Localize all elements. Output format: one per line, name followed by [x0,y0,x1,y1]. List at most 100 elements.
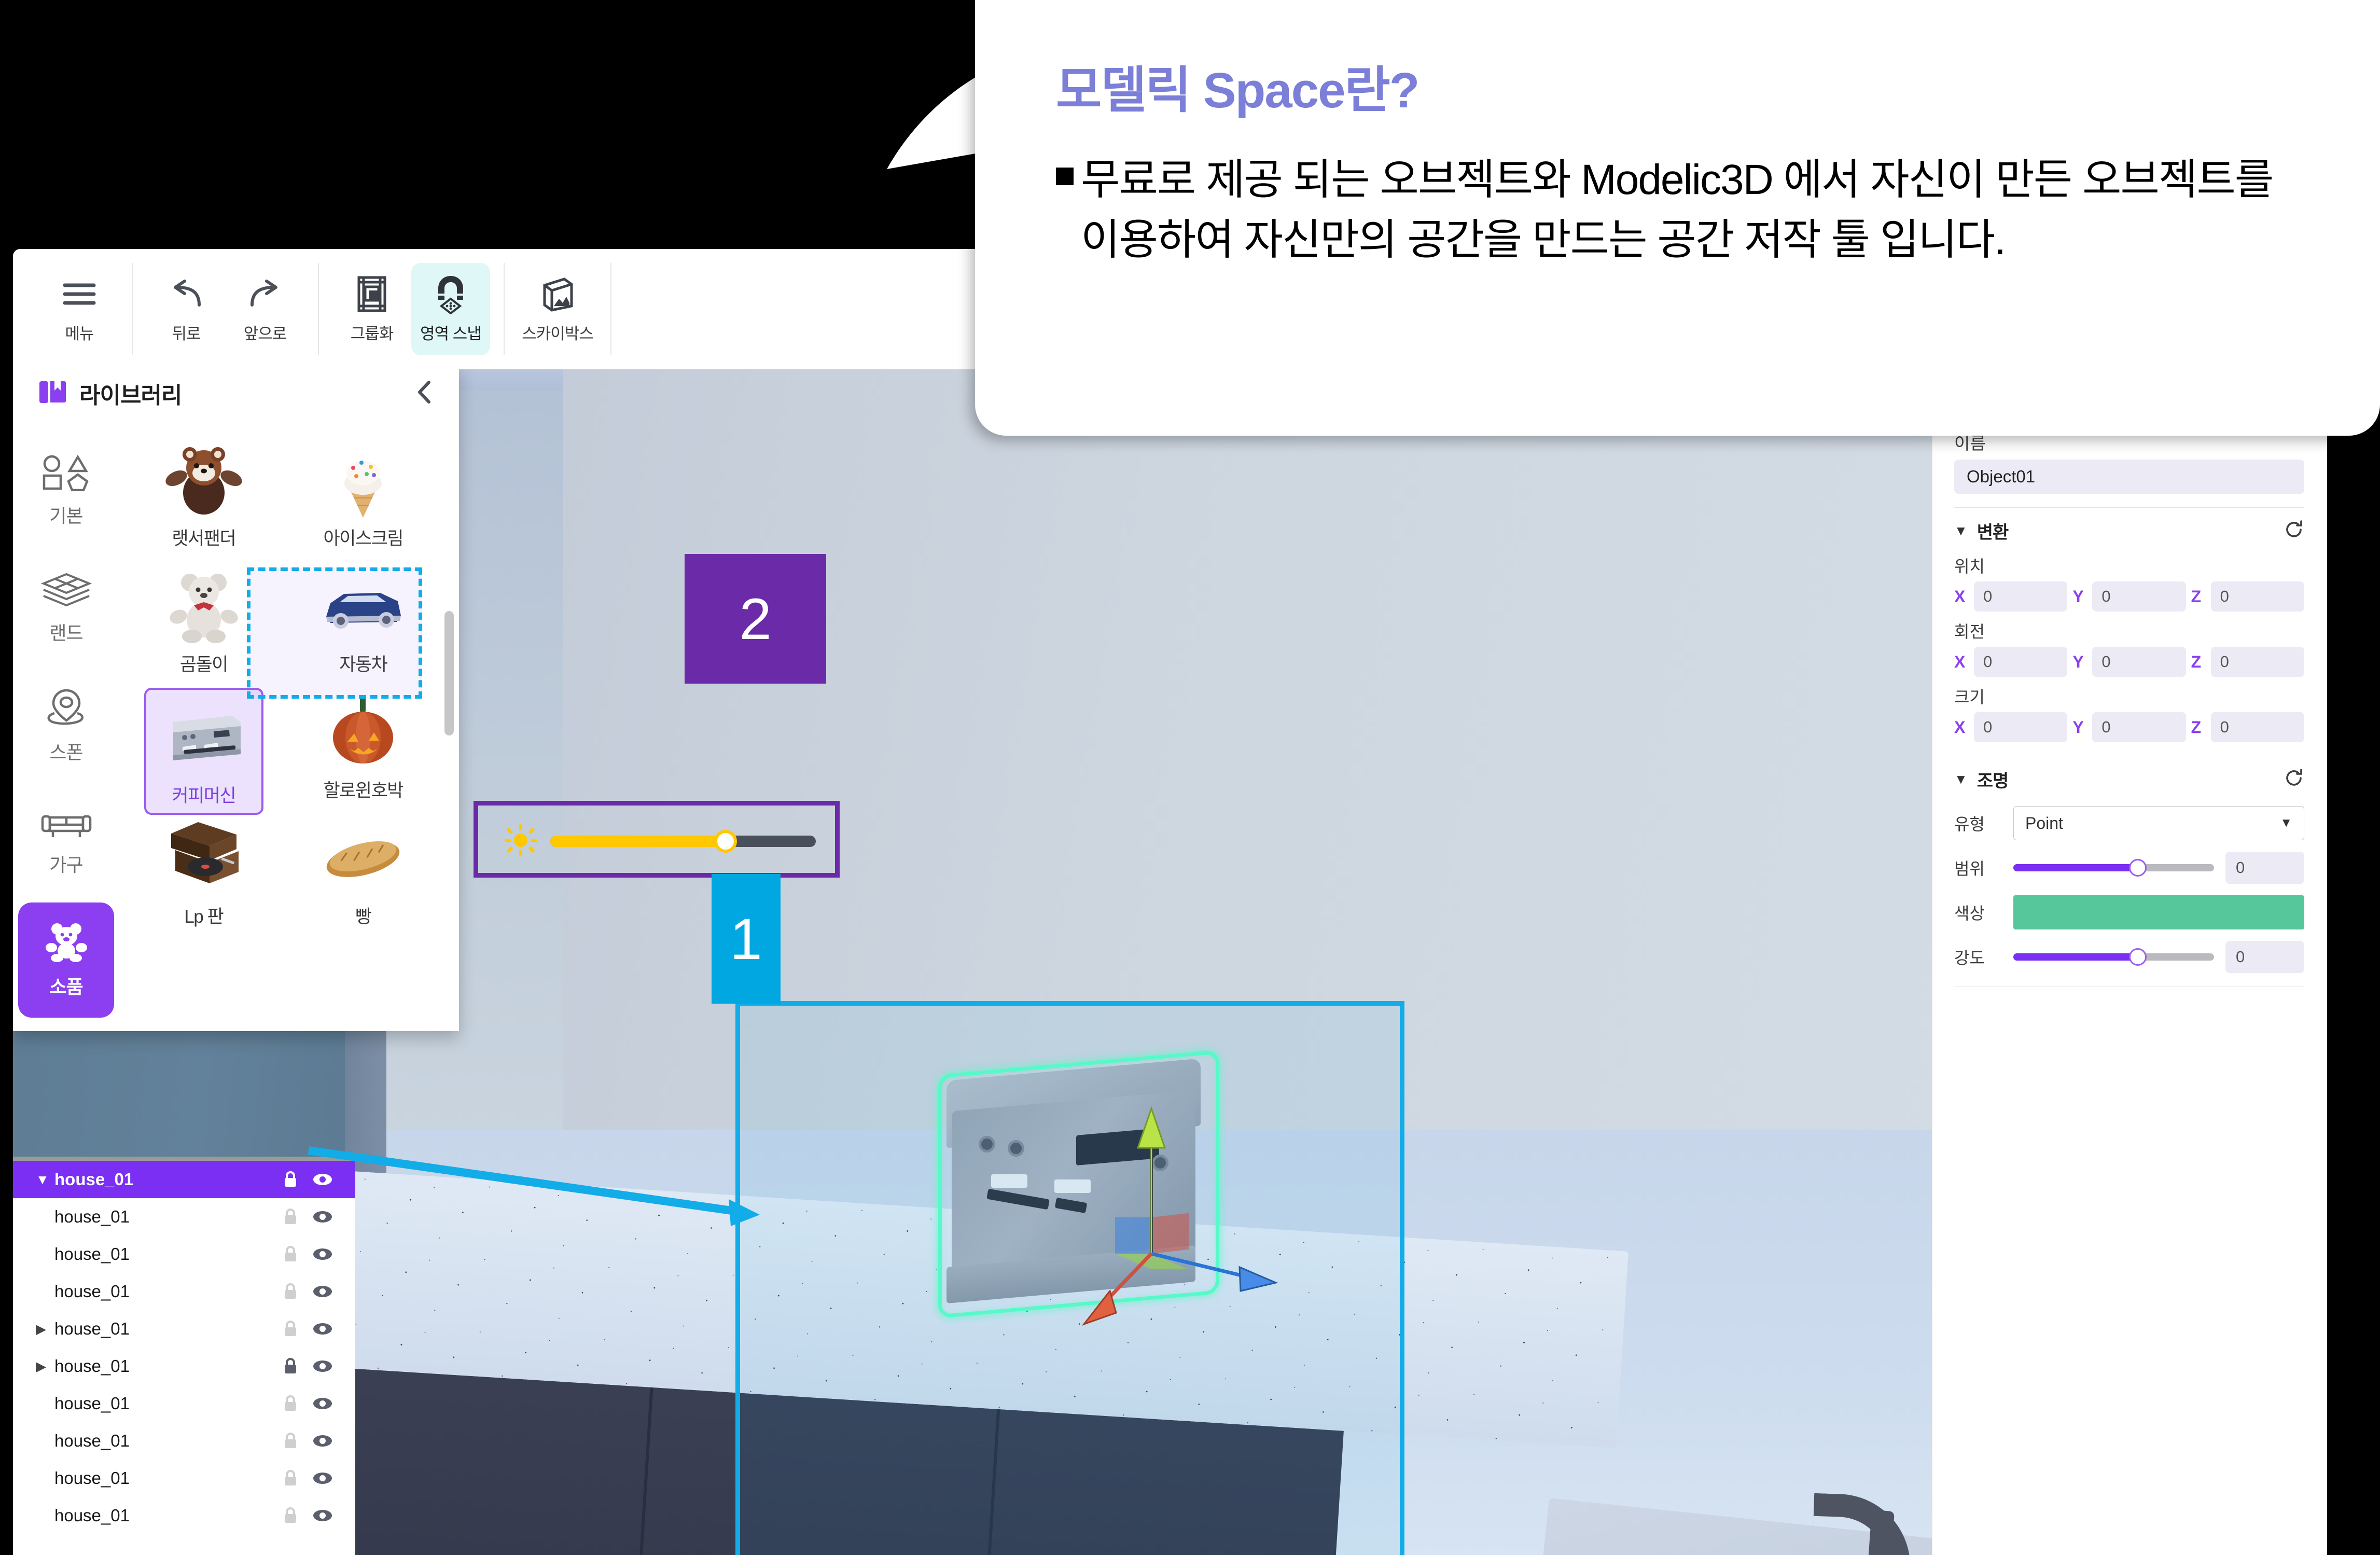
lock-icon[interactable] [274,1171,307,1188]
hierarchy-row[interactable]: ▶ house_01 [13,1348,355,1385]
red-panda-thumb [155,436,253,524]
library-item[interactable]: 빵 [291,814,436,940]
library-item[interactable]: 자동차 [291,562,436,688]
undo-button[interactable]: 뒤로 [147,263,226,355]
sun-icon [505,824,537,859]
hierarchy-row[interactable]: house_01 [13,1460,355,1497]
eye-icon[interactable] [307,1247,339,1261]
lock-icon[interactable] [274,1283,307,1300]
triangle-down-icon[interactable]: ▼ [1954,523,1968,539]
lock-icon[interactable] [274,1507,307,1524]
divider [1954,507,2304,508]
chevron-left-icon[interactable] [413,378,436,409]
location-pin-icon [43,687,90,730]
object-name-input[interactable]: Object01 [1954,460,2304,494]
light-range-input[interactable]: 0 [2225,852,2304,884]
lighting-section-title: 조명 [1977,771,2009,791]
eye-icon[interactable] [307,1397,339,1410]
hierarchy-row[interactable]: house_01 [13,1385,355,1422]
hierarchy-row-selected[interactable]: ▼ house_01 [13,1161,355,1198]
refresh-icon[interactable] [2284,768,2304,791]
hierarchy-row[interactable]: ▶ house_01 [13,1310,355,1348]
eye-icon[interactable] [307,1173,339,1186]
lock-icon[interactable] [274,1208,307,1226]
library-scrollbar[interactable] [444,611,454,735]
eye-icon[interactable] [307,1471,339,1485]
scale-x-input[interactable]: 0 [1974,712,2068,742]
position-row: X 0 Y 0 Z 0 [1954,581,2304,612]
library-item[interactable]: 할로윈호박 [291,688,436,814]
lock-icon[interactable] [274,1320,307,1338]
position-z-input[interactable]: 0 [2210,581,2304,612]
light-type-select[interactable]: Point ▼ [2013,806,2304,840]
menu-button[interactable]: 메뉴 [40,263,119,355]
library-item-coffee-machine[interactable]: 커피머신 [132,688,276,815]
skybox-icon [539,275,576,313]
library-category-props[interactable]: 소품 [18,903,114,1018]
scale-z-input[interactable]: 0 [2210,712,2304,742]
rotation-x-input[interactable]: 0 [1974,647,2068,677]
axis-z-label: Z [2191,652,2202,671]
chevron-right-icon[interactable]: ▶ [36,1321,54,1337]
transform-section-header[interactable]: ▼ 변환 [1954,515,2304,546]
library-item[interactable]: 곰돌이 [132,562,276,688]
eye-icon[interactable] [307,1509,339,1522]
library-category-label: 가구 [49,854,83,876]
hierarchy-row[interactable]: house_01 [13,1235,355,1273]
library-item-name: 아이스크림 [323,529,403,549]
eye-icon[interactable] [307,1434,339,1448]
refresh-icon[interactable] [2284,519,2304,543]
lock-icon[interactable] [274,1395,307,1412]
scene-hierarchy-panel[interactable]: ▼ house_01 house_01 house_01 house_01 ▶ … [13,1157,355,1555]
eye-icon[interactable] [307,1210,339,1224]
layers-icon [40,572,92,611]
library-category-spawn[interactable]: 스폰 [18,668,114,783]
area-snap-button[interactable]: 영역 스냅 [411,263,490,355]
hierarchy-row[interactable]: house_01 [13,1422,355,1460]
eye-icon[interactable] [307,1285,339,1298]
lock-icon[interactable] [274,1245,307,1263]
hierarchy-item-label: house_01 [54,1506,130,1525]
rotation-y-input[interactable]: 0 [2092,647,2186,677]
library-item[interactable]: 아이스크림 [291,436,436,562]
library-category-basic[interactable]: 기본 [18,434,114,549]
toolbar-group-tools: 그룹화 영역 스냅 [319,263,504,355]
skybox-button[interactable]: 스카이박스 [518,263,597,355]
chevron-right-icon[interactable]: ▶ [36,1358,54,1374]
triangle-down-icon[interactable]: ▼ [1954,771,1968,787]
light-color-swatch[interactable] [2013,895,2304,929]
hierarchy-row[interactable]: house_01 [13,1273,355,1310]
library-item[interactable]: 랫서팬더 [132,436,276,562]
chevron-down-icon[interactable]: ▼ [36,1172,54,1188]
sun-slider-thumb[interactable] [714,830,737,853]
library-category-furniture[interactable]: 가구 [18,785,114,900]
redo-button[interactable]: 앞으로 [226,263,304,355]
lighting-section-header[interactable]: ▼ 조명 [1954,763,2304,795]
scale-y-input[interactable]: 0 [2092,712,2186,742]
hierarchy-row[interactable]: house_01 [13,1497,355,1534]
eye-icon[interactable] [307,1359,339,1373]
undo-icon [168,275,204,313]
library-item-name: 자동차 [339,655,388,675]
light-intensity-slider-thumb[interactable] [2128,948,2147,966]
sun-slider-track[interactable] [550,830,816,853]
rotation-z-input[interactable]: 0 [2210,647,2304,677]
library-item[interactable]: Lp 판 [132,814,276,940]
area-selection-rectangle[interactable] [735,1001,1404,1555]
sun-intensity-slider[interactable] [505,824,816,859]
group-icon [356,275,388,313]
lock-icon[interactable] [274,1469,307,1487]
lock-icon[interactable] [274,1357,307,1375]
light-intensity-slider[interactable] [2013,948,2214,966]
position-x-input[interactable]: 0 [1974,581,2068,612]
hierarchy-row[interactable]: house_01 [13,1198,355,1235]
light-range-slider[interactable] [2013,859,2214,877]
eye-icon[interactable] [307,1322,339,1336]
lock-icon[interactable] [274,1432,307,1450]
library-category-land[interactable]: 랜드 [18,551,114,666]
light-range-slider-thumb[interactable] [2128,859,2147,877]
group-button[interactable]: 그룹화 [332,263,411,355]
hierarchy-item-label: house_01 [54,1170,134,1189]
position-y-input[interactable]: 0 [2092,581,2186,612]
light-intensity-input[interactable]: 0 [2225,941,2304,973]
